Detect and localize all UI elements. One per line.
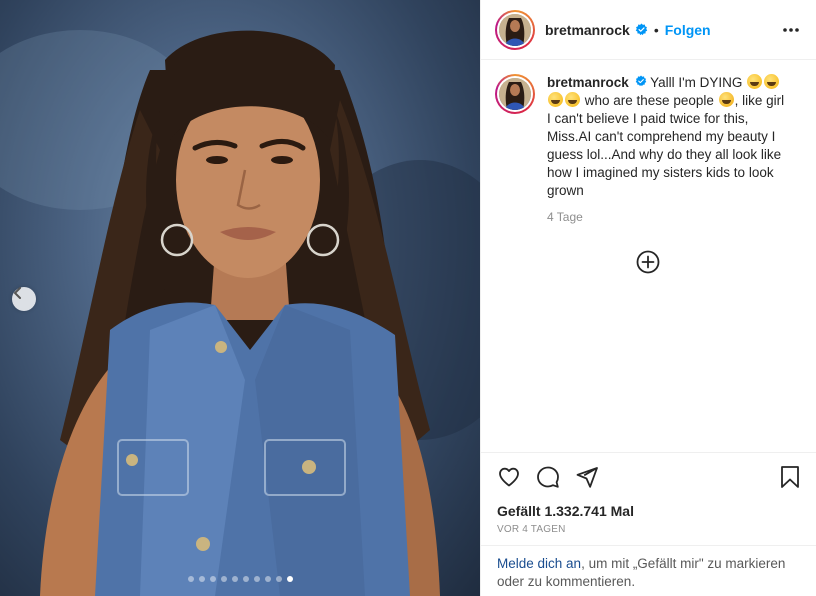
comment-icon xyxy=(537,466,559,488)
carousel-dot xyxy=(187,576,194,582)
like-button[interactable] xyxy=(497,465,521,489)
carousel-indicator xyxy=(0,576,480,582)
more-horizontal-icon xyxy=(783,27,799,32)
likes-count[interactable]: Gefällt 1.332.741 Mal xyxy=(497,503,634,519)
comment-button[interactable] xyxy=(536,465,560,489)
grin-emoji xyxy=(764,74,780,89)
verified-icon xyxy=(635,23,648,36)
post-header: bretmanrock • Folgen xyxy=(481,0,816,60)
plus-circle-icon xyxy=(636,250,660,274)
heart-icon xyxy=(499,467,519,486)
chevron-left-icon xyxy=(14,287,21,299)
grin-emoji xyxy=(548,92,563,107)
caption-text: bretmanrock Yalll I'm DYING who are thes… xyxy=(547,74,787,200)
grin-emoji xyxy=(565,92,580,107)
share-button[interactable] xyxy=(575,465,599,489)
carousel-dot xyxy=(286,576,293,582)
caption-text-part3: , like girl I can't believe I paid twice… xyxy=(547,93,785,198)
author-username[interactable]: bretmanrock xyxy=(545,22,630,38)
carousel-dot xyxy=(209,576,216,582)
login-prompt: Melde dich an, um mit „Gefällt mir" zu m… xyxy=(481,545,816,596)
caption-text-part1: Yalll I'm DYING xyxy=(650,75,743,90)
post-photo xyxy=(0,30,480,596)
post-media[interactable] xyxy=(0,0,480,596)
more-options-button[interactable] xyxy=(782,27,800,33)
caption-body: bretmanrock Yalll I'm DYING who are thes… xyxy=(547,74,787,226)
carousel-dot xyxy=(275,576,282,582)
caption-username[interactable]: bretmanrock xyxy=(547,75,629,90)
bookmark-icon xyxy=(781,465,799,488)
header-separator: • xyxy=(653,21,659,38)
caption-comment: bretmanrock Yalll I'm DYING who are thes… xyxy=(481,60,816,226)
carousel-dot xyxy=(198,576,205,582)
verified-icon xyxy=(635,75,647,87)
save-button[interactable] xyxy=(779,465,801,489)
action-bar xyxy=(481,452,816,500)
carousel-dot xyxy=(220,576,227,582)
caption-avatar[interactable] xyxy=(495,74,535,114)
carousel-dot xyxy=(242,576,249,582)
carousel-dot xyxy=(253,576,260,582)
login-link[interactable]: Melde dich an xyxy=(497,556,581,571)
post-date: VOR 4 TAGEN xyxy=(497,524,566,535)
post-side-panel: bretmanrock • Folgen bretmanrock Yalll I… xyxy=(480,0,816,596)
carousel-dot xyxy=(231,576,238,582)
previous-slide-button[interactable] xyxy=(12,287,36,311)
loudly-crying-emoji xyxy=(718,92,734,107)
author-avatar[interactable] xyxy=(495,9,535,50)
paper-plane-icon xyxy=(576,466,598,488)
caption-text-part2: who are these people xyxy=(584,93,714,108)
load-more-comments-button[interactable] xyxy=(636,250,660,279)
rofl-emoji xyxy=(747,74,763,89)
carousel-dot xyxy=(264,576,271,582)
caption-timestamp[interactable]: 4 Tage xyxy=(547,208,787,226)
follow-button[interactable]: Folgen xyxy=(665,22,711,38)
